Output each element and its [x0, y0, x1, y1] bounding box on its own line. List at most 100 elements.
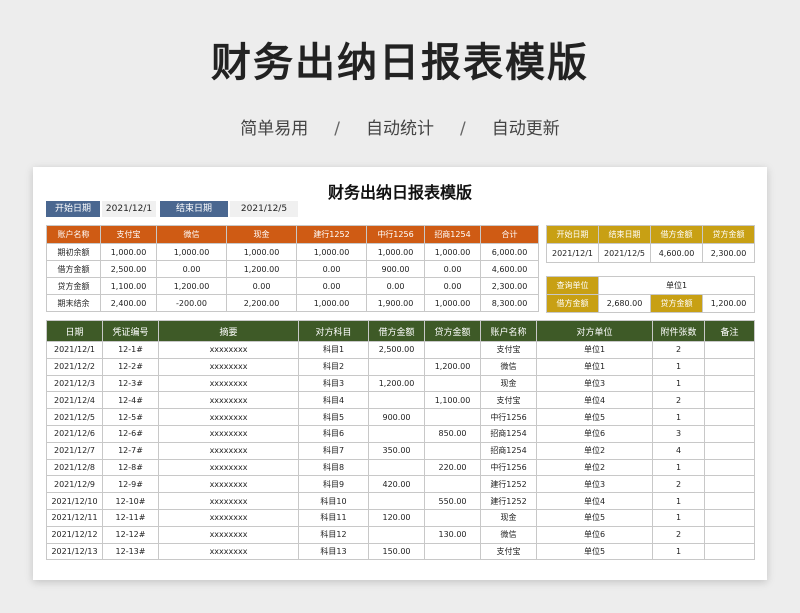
detail-cell-voucher[interactable]: 12-12#	[102, 525, 159, 544]
detail-cell-date[interactable]: 2021/12/5	[46, 408, 103, 426]
detail-cell-account[interactable]: 建行1252	[480, 492, 537, 510]
detail-cell-credit[interactable]	[424, 441, 481, 460]
detail-cell-credit[interactable]	[424, 508, 481, 527]
table-row[interactable]: 2021/12/11 12-11# xxxxxxxx 科目11 120.00 现金 单位5 1	[46, 508, 755, 527]
detail-cell-unit[interactable]: 单位2	[536, 441, 653, 460]
detail-cell-unit[interactable]: 单位3	[536, 374, 653, 393]
detail-cell-unit[interactable]: 单位6	[536, 525, 653, 544]
start-date-value[interactable]: 2021/12/1	[102, 201, 156, 217]
detail-cell-date[interactable]: 2021/12/4	[46, 391, 103, 410]
detail-cell-note[interactable]	[704, 542, 755, 561]
detail-cell-unit[interactable]: 单位1	[536, 341, 653, 359]
detail-cell-credit[interactable]: 850.00	[424, 424, 481, 443]
detail-cell-date[interactable]: 2021/12/6	[46, 424, 103, 443]
detail-cell-debit[interactable]: 1,200.00	[368, 374, 425, 393]
detail-cell-date[interactable]: 2021/12/13	[46, 542, 103, 561]
detail-cell-note[interactable]	[704, 424, 755, 443]
detail-cell-credit[interactable]	[424, 341, 481, 359]
detail-cell-attach[interactable]: 2	[652, 341, 705, 359]
detail-cell-summary[interactable]: xxxxxxxx	[158, 542, 299, 561]
detail-cell-date[interactable]: 2021/12/9	[46, 475, 103, 494]
detail-cell-attach[interactable]: 1	[652, 408, 705, 426]
detail-cell-attach[interactable]: 4	[652, 441, 705, 460]
detail-cell-note[interactable]	[704, 341, 755, 359]
detail-cell-unit[interactable]: 单位5	[536, 408, 653, 426]
detail-cell-attach[interactable]: 1	[652, 458, 705, 477]
detail-cell-date[interactable]: 2021/12/7	[46, 441, 103, 460]
detail-cell-voucher[interactable]: 12-5#	[102, 408, 159, 426]
detail-cell-credit[interactable]: 1,200.00	[424, 357, 481, 376]
detail-cell-summary[interactable]: xxxxxxxx	[158, 492, 299, 510]
detail-cell-unit[interactable]: 单位4	[536, 492, 653, 510]
detail-cell-voucher[interactable]: 12-6#	[102, 424, 159, 443]
detail-cell-date[interactable]: 2021/12/10	[46, 492, 103, 510]
detail-cell-subject[interactable]: 科目10	[298, 492, 369, 510]
detail-cell-summary[interactable]: xxxxxxxx	[158, 374, 299, 393]
detail-cell-unit[interactable]: 单位3	[536, 475, 653, 494]
detail-cell-attach[interactable]: 1	[652, 508, 705, 527]
detail-cell-date[interactable]: 2021/12/1	[46, 341, 103, 359]
detail-cell-credit[interactable]: 130.00	[424, 525, 481, 544]
detail-cell-debit[interactable]: 150.00	[368, 542, 425, 561]
detail-cell-debit[interactable]	[368, 391, 425, 410]
detail-cell-debit[interactable]	[368, 357, 425, 376]
detail-cell-debit[interactable]: 120.00	[368, 508, 425, 527]
detail-cell-note[interactable]	[704, 374, 755, 393]
detail-cell-unit[interactable]: 单位5	[536, 508, 653, 527]
detail-cell-subject[interactable]: 科目2	[298, 357, 369, 376]
detail-cell-subject[interactable]: 科目11	[298, 508, 369, 527]
detail-cell-note[interactable]	[704, 492, 755, 510]
detail-cell-unit[interactable]: 单位1	[536, 357, 653, 376]
detail-cell-subject[interactable]: 科目12	[298, 525, 369, 544]
detail-cell-summary[interactable]: xxxxxxxx	[158, 508, 299, 527]
detail-cell-credit[interactable]	[424, 408, 481, 426]
detail-cell-attach[interactable]: 1	[652, 374, 705, 393]
detail-cell-summary[interactable]: xxxxxxxx	[158, 441, 299, 460]
detail-cell-subject[interactable]: 科目1	[298, 341, 369, 359]
table-row[interactable]: 2021/12/13 12-13# xxxxxxxx 科目13 150.00 支付宝 单位5…	[46, 542, 755, 561]
detail-cell-account[interactable]: 现金	[480, 374, 537, 393]
detail-cell-subject[interactable]: 科目6	[298, 424, 369, 443]
detail-cell-summary[interactable]: xxxxxxxx	[158, 341, 299, 359]
detail-cell-voucher[interactable]: 12-7#	[102, 441, 159, 460]
detail-cell-voucher[interactable]: 12-10#	[102, 492, 159, 510]
detail-cell-subject[interactable]: 科目13	[298, 542, 369, 561]
detail-cell-unit[interactable]: 单位4	[536, 391, 653, 410]
detail-cell-note[interactable]	[704, 408, 755, 426]
table-row[interactable]: 2021/12/1 12-1# xxxxxxxx 科目1 2,500.00 支付宝 单位1 2	[46, 341, 755, 359]
detail-cell-debit[interactable]: 2,500.00	[368, 341, 425, 359]
table-row[interactable]: 2021/12/5 12-5# xxxxxxxx 科目5 900.00 中行1256 单位5…	[46, 408, 755, 426]
detail-cell-debit[interactable]: 350.00	[368, 441, 425, 460]
detail-cell-debit[interactable]	[368, 492, 425, 510]
detail-cell-account[interactable]: 支付宝	[480, 391, 537, 410]
end-date-value[interactable]: 2021/12/5	[230, 201, 298, 217]
table-row[interactable]: 2021/12/7 12-7# xxxxxxxx 科目7 350.00 招商1254 单位2…	[46, 441, 755, 460]
detail-cell-account[interactable]: 现金	[480, 508, 537, 527]
detail-cell-note[interactable]	[704, 441, 755, 460]
detail-cell-attach[interactable]: 3	[652, 424, 705, 443]
detail-cell-account[interactable]: 中行1256	[480, 458, 537, 477]
detail-cell-subject[interactable]: 科目9	[298, 475, 369, 494]
detail-cell-note[interactable]	[704, 357, 755, 376]
detail-cell-account[interactable]: 微信	[480, 525, 537, 544]
detail-cell-attach[interactable]: 2	[652, 525, 705, 544]
detail-cell-account[interactable]: 中行1256	[480, 408, 537, 426]
detail-cell-voucher[interactable]: 12-2#	[102, 357, 159, 376]
detail-cell-attach[interactable]: 2	[652, 475, 705, 494]
detail-cell-account[interactable]: 支付宝	[480, 542, 537, 561]
detail-cell-debit[interactable]	[368, 525, 425, 544]
table-row[interactable]: 2021/12/12 12-12# xxxxxxxx 科目12 130.00 微信 单位6 2	[46, 525, 755, 544]
detail-cell-note[interactable]	[704, 458, 755, 477]
detail-cell-voucher[interactable]: 12-8#	[102, 458, 159, 477]
detail-cell-account[interactable]: 建行1252	[480, 475, 537, 494]
detail-cell-subject[interactable]: 科目5	[298, 408, 369, 426]
detail-cell-account[interactable]: 支付宝	[480, 341, 537, 359]
detail-cell-voucher[interactable]: 12-11#	[102, 508, 159, 527]
table-row[interactable]: 2021/12/8 12-8# xxxxxxxx 科目8 220.00 中行1256 单位2…	[46, 458, 755, 477]
detail-cell-summary[interactable]: xxxxxxxx	[158, 424, 299, 443]
detail-cell-debit[interactable]	[368, 424, 425, 443]
detail-cell-account[interactable]: 微信	[480, 357, 537, 376]
detail-cell-attach[interactable]: 1	[652, 357, 705, 376]
detail-cell-unit[interactable]: 单位2	[536, 458, 653, 477]
detail-cell-credit[interactable]	[424, 475, 481, 494]
